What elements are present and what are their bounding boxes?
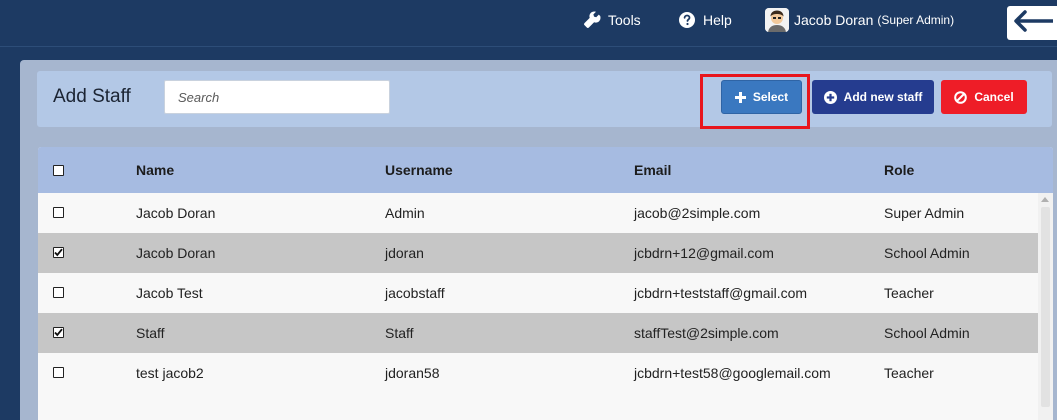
table-row[interactable]: Jacob Doran Admin jacob@2simple.com Supe…	[38, 193, 1038, 233]
cell-name: test jacob2	[136, 365, 204, 381]
cell-role: Super Admin	[884, 205, 965, 221]
table-header: Name Username Email Role	[38, 147, 1053, 193]
cell-username: jacobstaff	[385, 285, 445, 301]
add-new-staff-label: Add new staff	[843, 90, 923, 104]
cell-email: jcbdrn+test58@googlemail.com	[634, 365, 831, 381]
checkmark-icon	[54, 248, 63, 257]
row-checkbox[interactable]	[53, 247, 64, 258]
cell-role: School Admin	[884, 325, 970, 341]
cell-email: jcbdrn+teststaff@gmail.com	[634, 285, 808, 301]
back-button[interactable]	[1007, 6, 1057, 40]
select-button[interactable]: Select	[721, 80, 802, 114]
row-checkbox[interactable]	[53, 287, 64, 298]
cell-name: Jacob Doran	[136, 245, 216, 261]
table-row[interactable]: Jacob Test jacobstaff jcbdrn+teststaff@g…	[38, 273, 1038, 313]
ban-icon	[954, 90, 968, 104]
cell-name: Jacob Doran	[136, 205, 216, 221]
cell-email: staffTest@2simple.com	[634, 325, 779, 341]
cell-role: School Admin	[884, 245, 970, 261]
avatar	[765, 8, 789, 32]
row-checkbox[interactable]	[53, 327, 64, 338]
wrench-icon	[583, 11, 601, 29]
cell-username: jdoran58	[385, 365, 440, 381]
tools-menu-link[interactable]: Tools	[583, 0, 641, 40]
cell-username: Admin	[385, 205, 425, 221]
cell-username: jdoran	[385, 245, 424, 261]
table-scrollbar[interactable]	[1038, 193, 1053, 420]
tools-label: Tools	[608, 12, 641, 28]
row-checkbox[interactable]	[53, 367, 64, 378]
topbar-divider	[0, 46, 1057, 47]
checkmark-icon	[54, 328, 63, 337]
cell-email: jcbdrn+12@gmail.com	[634, 245, 774, 261]
plus-icon	[734, 91, 746, 103]
select-button-label: Select	[752, 90, 789, 104]
plus-circle-icon	[823, 90, 837, 104]
user-profile-menu[interactable]: Jacob Doran (Super Admin)	[765, 0, 954, 40]
column-header-username[interactable]: Username	[385, 162, 453, 178]
staff-table: Name Username Email Role Jacob Doran Adm…	[38, 147, 1053, 420]
page-title: Add Staff	[53, 86, 131, 107]
table-row[interactable]: test jacob2 jdoran58 jcbdrn+test58@googl…	[38, 353, 1038, 393]
help-label: Help	[703, 12, 732, 28]
column-header-email[interactable]: Email	[634, 162, 671, 178]
cell-role: Teacher	[884, 285, 934, 301]
cancel-button[interactable]: Cancel	[941, 80, 1027, 114]
cancel-button-label: Cancel	[974, 90, 1014, 104]
cell-name: Jacob Test	[136, 285, 203, 301]
scroll-up-arrow-icon[interactable]	[1041, 197, 1049, 202]
cell-email: jacob@2simple.com	[634, 205, 761, 221]
select-all-checkbox[interactable]	[53, 165, 64, 176]
cell-role: Teacher	[884, 365, 934, 381]
user-name: Jacob Doran	[794, 12, 874, 28]
table-row[interactable]: Staff Staff staffTest@2simple.com School…	[38, 313, 1038, 353]
arrow-left-icon	[1013, 9, 1055, 37]
user-role: (Super Admin)	[877, 13, 955, 27]
cell-name: Staff	[136, 325, 165, 341]
cell-username: Staff	[385, 325, 414, 341]
table-row[interactable]: Jacob Doran jdoran jcbdrn+12@gmail.com S…	[38, 233, 1038, 273]
scrollbar-thumb[interactable]	[1041, 207, 1050, 407]
column-header-role[interactable]: Role	[884, 162, 914, 178]
column-header-name[interactable]: Name	[136, 162, 174, 178]
row-checkbox[interactable]	[53, 207, 64, 218]
help-menu-link[interactable]: Help	[678, 0, 732, 40]
search-input[interactable]	[164, 80, 390, 114]
add-new-staff-button[interactable]: Add new staff	[812, 80, 934, 114]
question-circle-icon	[678, 11, 696, 29]
